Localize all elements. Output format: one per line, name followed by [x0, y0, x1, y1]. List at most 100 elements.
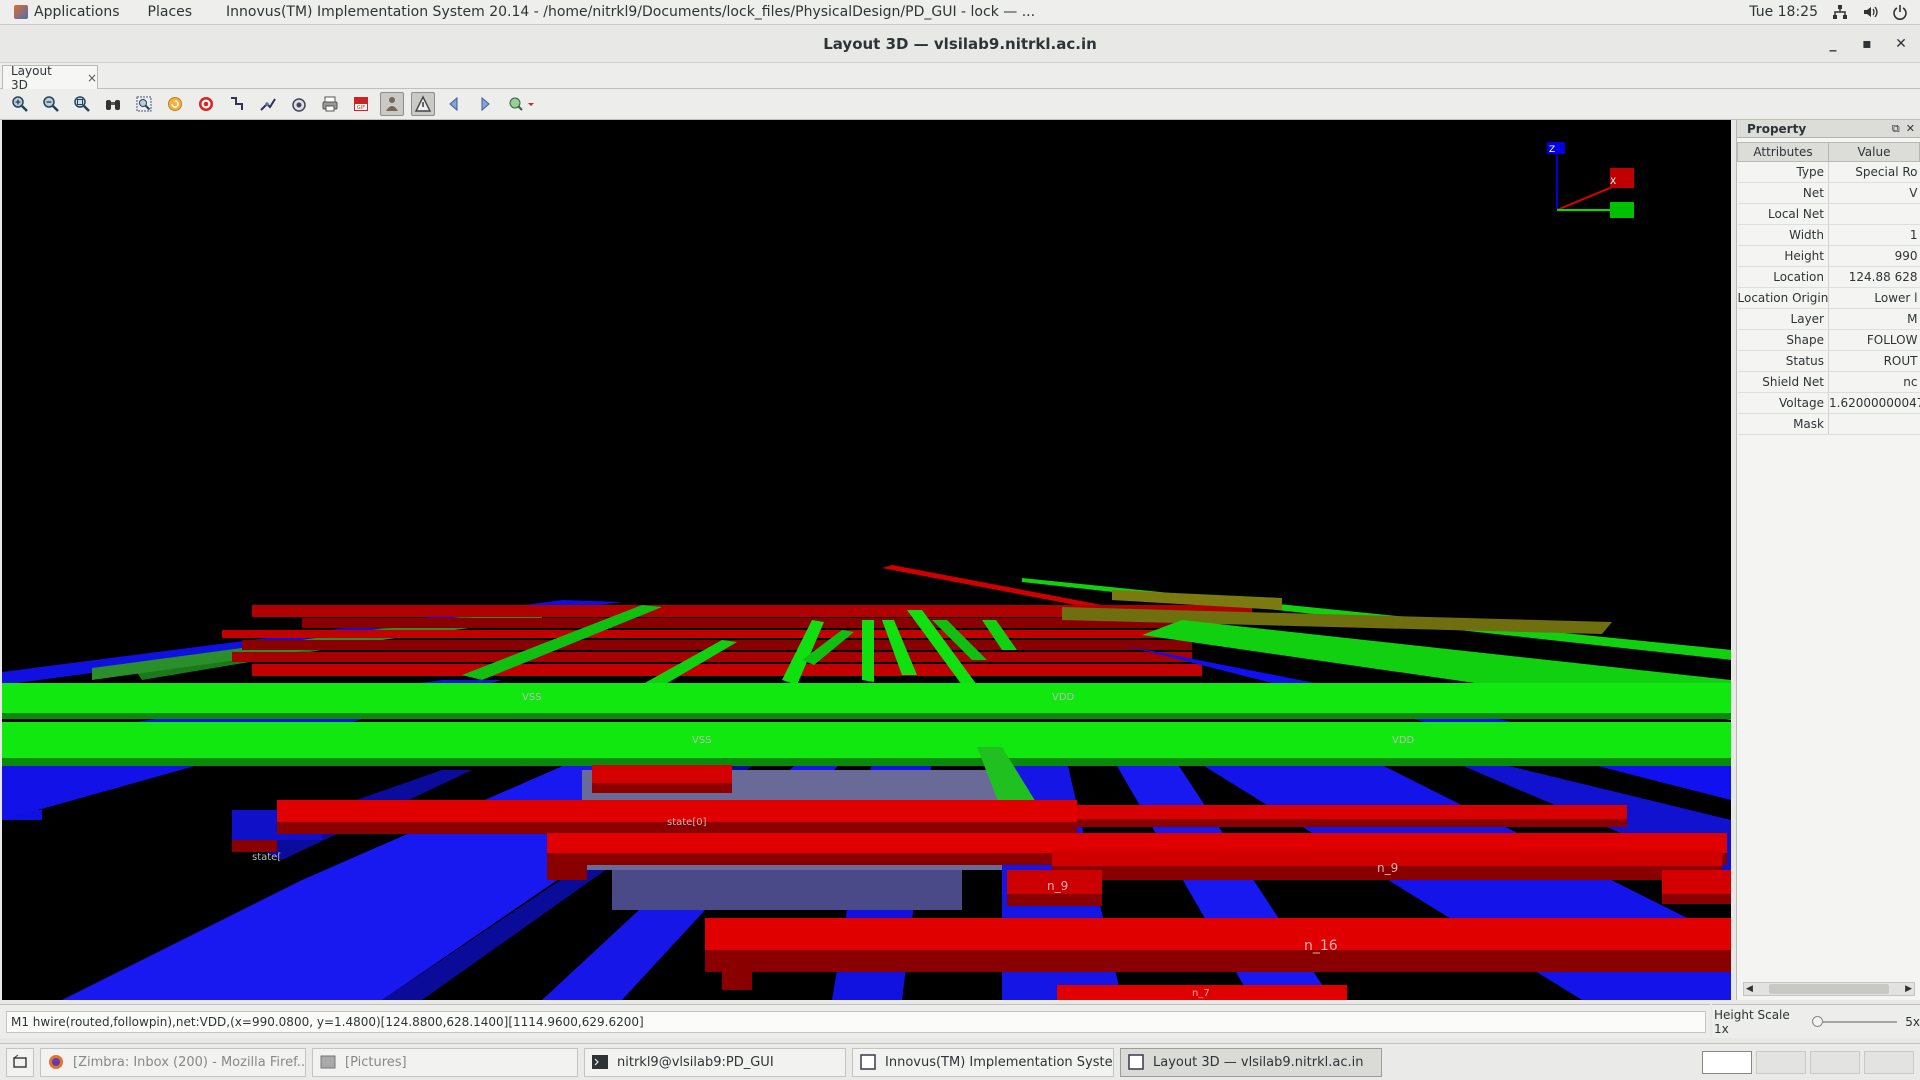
window-icon: [1128, 1054, 1144, 1070]
property-row[interactable]: Net V: [1737, 182, 1920, 204]
property-row[interactable]: Location Origin Lower l: [1737, 287, 1920, 309]
clock[interactable]: Tue 18:25: [1749, 4, 1818, 20]
property-attribute: Mask: [1737, 413, 1829, 435]
property-attribute: Type: [1737, 161, 1829, 183]
axis-orientation-gizmo: Z X: [1547, 142, 1634, 218]
property-value: ROUT: [1828, 350, 1920, 372]
slider-knob[interactable]: [1811, 1015, 1823, 1027]
zoom-area-icon[interactable]: [132, 92, 156, 116]
workspace-2[interactable]: [1756, 1050, 1806, 1074]
warning-icon[interactable]: [411, 92, 435, 116]
applications-label: Applications: [34, 4, 120, 20]
network-icon[interactable]: [1832, 4, 1848, 20]
property-row[interactable]: Status ROUT: [1737, 350, 1920, 372]
back-arrow-icon[interactable]: [442, 92, 466, 116]
undock-icon[interactable]: ⧉: [1892, 122, 1900, 136]
applications-menu[interactable]: Applications: [0, 4, 134, 20]
property-row[interactable]: Type Special Ro: [1737, 161, 1920, 183]
property-attribute: Location Origin: [1737, 287, 1829, 309]
net-label-n16: n_16: [1304, 938, 1338, 954]
property-attribute: Status: [1737, 350, 1829, 372]
zoom-in-icon[interactable]: [8, 92, 32, 116]
minimize-button[interactable]: _: [1826, 36, 1840, 52]
property-value: 1.62000000047: [1828, 392, 1920, 414]
selection-info-field[interactable]: M1 hwire(routed,followpin),net:VDD,(x=99…: [6, 1011, 1706, 1033]
property-panel-title: Property: [1747, 121, 1807, 136]
property-row[interactable]: Location 124.88 628: [1737, 266, 1920, 288]
panel-close-icon[interactable]: ✕: [1906, 122, 1915, 136]
task-terminal[interactable]: nitrkl9@vlsilab9:PD_GUI: [584, 1047, 846, 1077]
task-label: Layout 3D — vlsilab9.nitrkl.ac.in: [1153, 1054, 1364, 1070]
property-row[interactable]: Local Net: [1737, 203, 1920, 225]
tab-close-button[interactable]: ×: [87, 71, 97, 85]
property-row[interactable]: Mask: [1737, 413, 1920, 435]
workspace-4[interactable]: [1864, 1050, 1914, 1074]
task-innovus[interactable]: Innovus(TM) Implementation Syste...: [852, 1047, 1114, 1077]
svg-text:GIF: GIF: [357, 105, 365, 111]
bottom-taskbar: [Zimbra: Inbox (200) - Mozilla Firef... …: [0, 1043, 1920, 1080]
scroll-right-icon[interactable]: ▶: [1905, 984, 1912, 994]
volume-icon[interactable]: [1862, 4, 1878, 20]
property-row[interactable]: Width 1: [1737, 224, 1920, 246]
gif-record-icon[interactable]: GIF: [349, 92, 373, 116]
places-menu[interactable]: Places: [134, 4, 207, 20]
desktop-icon: [13, 1054, 27, 1068]
property-row[interactable]: Height 990: [1737, 245, 1920, 267]
property-attribute: Voltage: [1737, 392, 1829, 414]
tab-layout-3d[interactable]: Layout 3D ×: [2, 64, 98, 92]
status-bar: M1 hwire(routed,followpin),net:VDD,(x=99…: [0, 1004, 1710, 1038]
workspace-1[interactable]: [1702, 1050, 1752, 1074]
maximize-button[interactable]: ▪: [1860, 36, 1874, 52]
scroll-left-icon[interactable]: ◀: [1746, 984, 1753, 994]
property-horizontal-scrollbar[interactable]: ◀ ▶: [1743, 982, 1915, 996]
height-scale-slider[interactable]: [1811, 1015, 1898, 1029]
property-attribute: Layer: [1737, 308, 1829, 330]
tab-bar: Layout 3D ×: [0, 63, 1920, 92]
property-attribute: Height: [1737, 245, 1829, 267]
wire-tool-icon[interactable]: [256, 92, 280, 116]
net-label-n9-b: n_9: [1377, 861, 1398, 875]
forward-arrow-icon[interactable]: [473, 92, 497, 116]
property-row[interactable]: Layer M: [1737, 308, 1920, 330]
window-title: Layout 3D — vlsilab9.nitrkl.ac.in: [823, 34, 1097, 53]
refresh-icon[interactable]: [163, 92, 187, 116]
task-label: [Zimbra: Inbox (200) - Mozilla Firef...: [73, 1054, 306, 1070]
show-desktop-button[interactable]: [6, 1047, 34, 1077]
property-panel: Property ⧉ ✕ Attributes Value Type Specia…: [1736, 120, 1920, 1000]
layout-3d-viewport[interactable]: VSS VDD VSS VDD state[0] state[ n_9 n_9 …: [2, 120, 1731, 1000]
property-attribute: Local Net: [1737, 203, 1829, 225]
property-row[interactable]: Shield Net nc: [1737, 371, 1920, 393]
layers-person-icon[interactable]: [380, 92, 404, 116]
rotate-options-icon[interactable]: [504, 92, 538, 116]
workspace-3[interactable]: [1810, 1050, 1860, 1074]
close-button[interactable]: ✕: [1894, 36, 1908, 52]
layout-3d-scene: VSS VDD VSS VDD state[0] state[ n_9 n_9 …: [2, 142, 1731, 1000]
height-scale-control: Height Scale 1x 5x: [1712, 1004, 1920, 1038]
print-icon[interactable]: [318, 92, 342, 116]
property-value: Lower l: [1828, 287, 1920, 309]
net-label-vdd-1: VDD: [1052, 692, 1075, 703]
scroll-thumb[interactable]: [1769, 984, 1889, 994]
property-table: Attributes Value Type Special Ro Net V Local…: [1737, 142, 1920, 435]
task-layout-3d[interactable]: Layout 3D — vlsilab9.nitrkl.ac.in: [1120, 1047, 1382, 1077]
top-panel: Applications Places Innovus(TM) Implemen…: [0, 0, 1920, 25]
active-window-title[interactable]: Innovus(TM) Implementation System 20.14 …: [206, 4, 1035, 20]
property-row[interactable]: Voltage 1.62000000047: [1737, 392, 1920, 414]
property-attribute: Location: [1737, 266, 1829, 288]
property-value: 124.88 628: [1828, 266, 1920, 288]
height-scale-max: 5x: [1905, 1014, 1920, 1029]
property-row[interactable]: Shape FOLLOW: [1737, 329, 1920, 351]
net-label-vss-1: VSS: [522, 692, 542, 703]
value-column-header[interactable]: Value: [1828, 142, 1920, 162]
camera-icon[interactable]: [287, 92, 311, 116]
target-icon[interactable]: [194, 92, 218, 116]
task-pictures[interactable]: [Pictures]: [312, 1047, 578, 1077]
zoom-fit-icon[interactable]: [70, 92, 94, 116]
power-icon[interactable]: [1892, 4, 1908, 20]
attributes-column-header[interactable]: Attributes: [1737, 142, 1829, 162]
task-firefox[interactable]: [Zimbra: Inbox (200) - Mozilla Firef...: [40, 1047, 306, 1077]
zoom-out-icon[interactable]: [39, 92, 63, 116]
binoculars-icon[interactable]: [101, 92, 125, 116]
route-icon[interactable]: [225, 92, 249, 116]
property-value: [1828, 413, 1920, 435]
